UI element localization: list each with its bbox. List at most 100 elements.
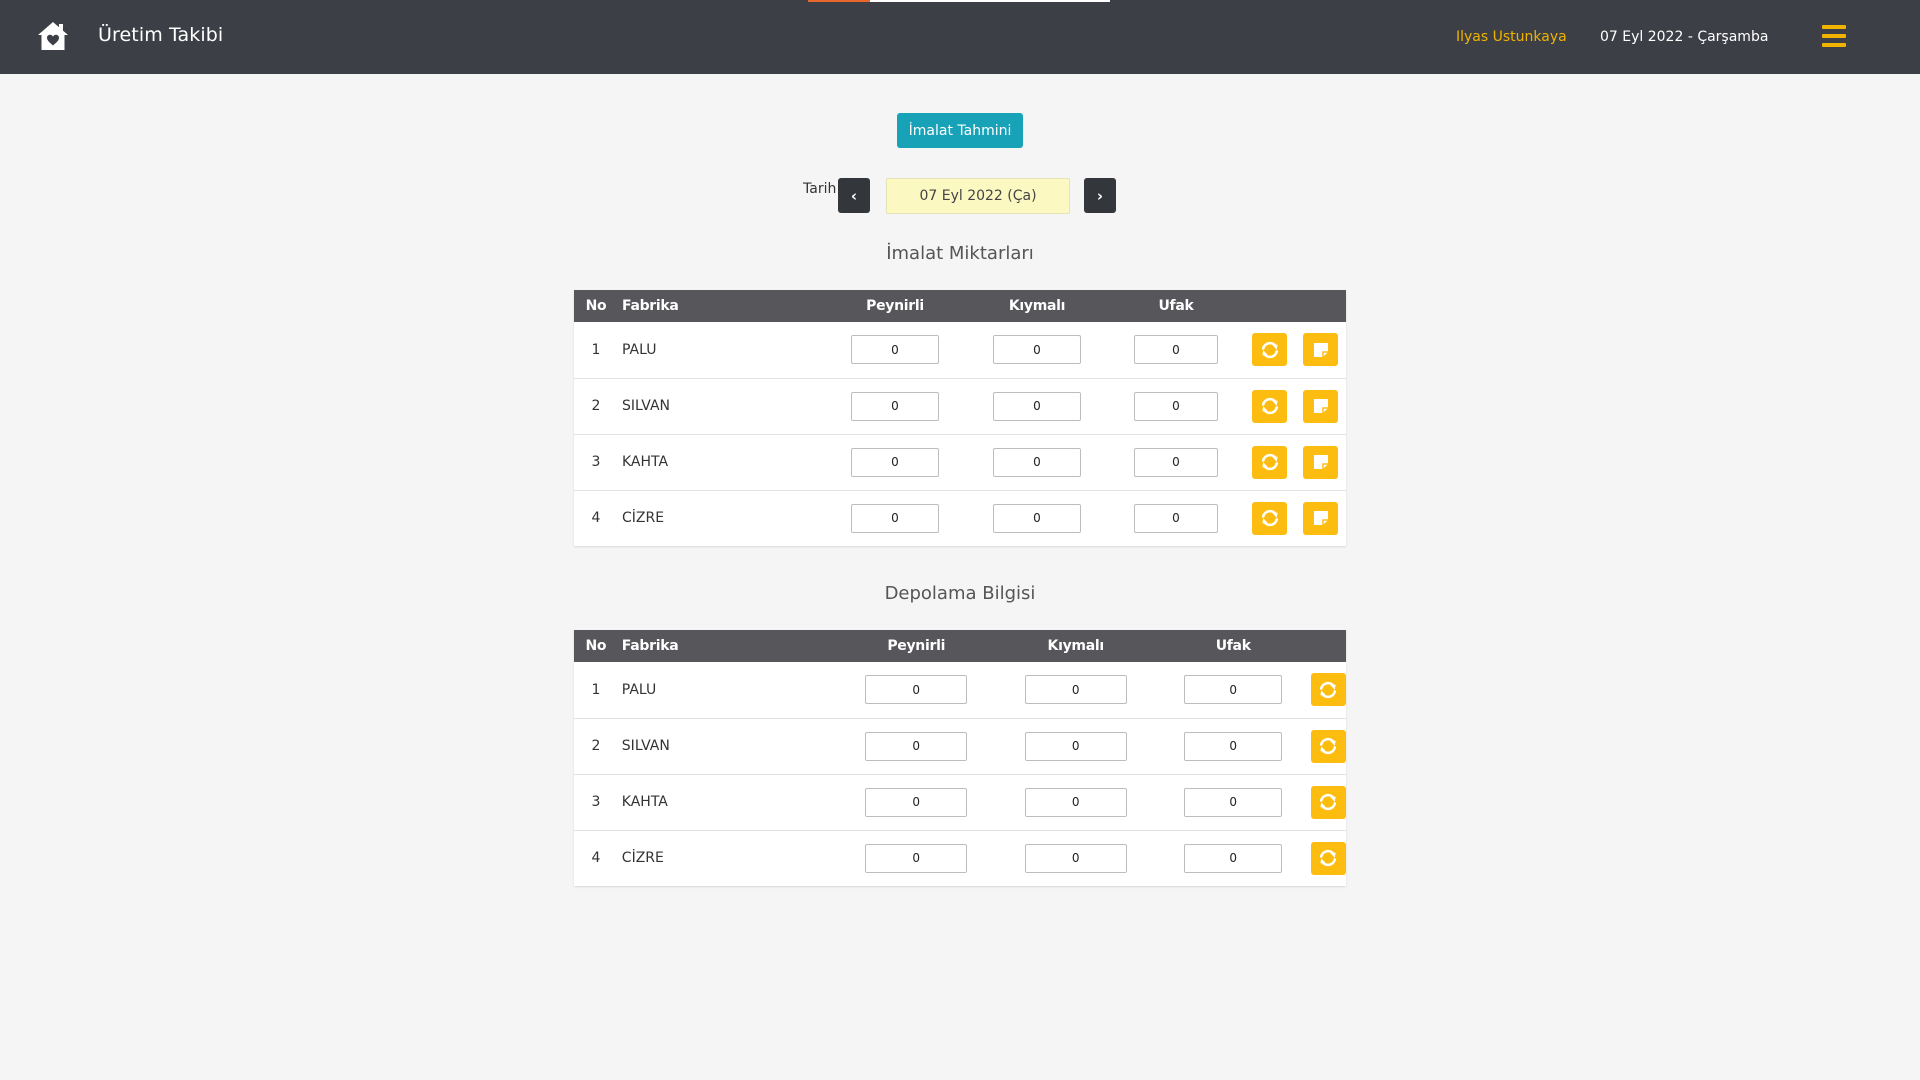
table-row: 2 SILVAN <box>574 717 1346 774</box>
kiymali-input[interactable] <box>1024 787 1127 817</box>
peynirli-input[interactable] <box>865 787 968 817</box>
prev-date-button[interactable]: ‹ <box>838 178 870 213</box>
table-row: 2 SILVAN <box>574 377 1346 434</box>
kiymali-input[interactable] <box>993 335 1081 365</box>
peynirli-cell <box>824 377 966 434</box>
app-title: Üretim Takibi <box>98 24 224 46</box>
kiymali-input[interactable] <box>993 391 1081 421</box>
column-header-peynirli: Peynirli <box>824 290 966 322</box>
peynirli-cell <box>836 717 996 774</box>
date-label: Tarih <box>803 181 837 197</box>
table-header-row: No Fabrika Peynirli Kıymalı Ufak <box>574 290 1346 322</box>
column-header-factory: Fabrika <box>618 290 824 322</box>
next-date-button[interactable]: › <box>1084 178 1116 213</box>
factory-name: PALU <box>622 341 657 358</box>
kiymali-cell <box>966 377 1108 434</box>
factory-name: SILVAN <box>617 717 837 774</box>
ufak-cell <box>1108 322 1244 378</box>
loading-progress-bar <box>808 0 1110 2</box>
peynirli-input[interactable] <box>865 675 968 705</box>
peynirli-cell <box>836 773 996 830</box>
refresh-cell <box>1310 717 1346 774</box>
refresh-cell <box>1244 377 1295 434</box>
row-number: 4 <box>574 829 618 886</box>
kiymali-cell <box>966 433 1108 490</box>
refresh-icon[interactable] <box>1310 785 1346 819</box>
peynirli-input[interactable] <box>851 447 939 477</box>
top-navbar: Üretim Takibi Ilyas Ustunkaya 07 Eyl 202… <box>0 0 1920 74</box>
ufak-input[interactable] <box>1134 447 1218 477</box>
ufak-input[interactable] <box>1134 335 1218 365</box>
ufak-input[interactable] <box>1184 675 1283 705</box>
note-icon[interactable] <box>1303 501 1338 535</box>
refresh-cell <box>1310 829 1346 886</box>
peynirli-input[interactable] <box>851 335 939 365</box>
kiymali-input[interactable] <box>1024 843 1127 873</box>
production-table: No Fabrika Peynirli Kıymalı Ufak 1 PALU 2S… <box>574 290 1346 546</box>
refresh-icon[interactable] <box>1310 729 1346 763</box>
note-icon[interactable] <box>1303 389 1338 423</box>
factory-name: CİZRE <box>618 489 824 546</box>
date-field[interactable] <box>886 178 1070 214</box>
note-cell <box>1295 377 1346 434</box>
column-header-peynirli: Peynirli <box>836 630 996 662</box>
user-name-link[interactable]: Ilyas Ustunkaya <box>1456 29 1567 45</box>
refresh-icon[interactable] <box>1252 333 1287 367</box>
kiymali-cell <box>995 773 1156 830</box>
row-number: 1 <box>591 681 601 698</box>
kiymali-input[interactable] <box>1024 675 1127 705</box>
column-header-ufak: Ufak <box>1108 290 1244 322</box>
table-row: 4 CİZRE <box>574 829 1346 886</box>
column-header-note <box>1295 290 1346 322</box>
hamburger-menu-icon[interactable] <box>1822 25 1846 47</box>
ufak-cell <box>1108 489 1244 546</box>
factory-name: KAHTA <box>618 433 824 490</box>
peynirli-input[interactable] <box>865 843 968 873</box>
note-cell <box>1295 433 1346 490</box>
peynirli-cell <box>824 433 966 490</box>
refresh-icon[interactable] <box>1310 841 1346 875</box>
peynirli-cell <box>824 322 966 378</box>
column-header-no: No <box>574 290 618 322</box>
note-cell <box>1295 322 1346 378</box>
peynirli-cell <box>836 829 996 886</box>
row-number: 2 <box>574 377 618 434</box>
ufak-input[interactable] <box>1184 843 1283 873</box>
forecast-button[interactable]: İmalat Tahmini <box>897 113 1023 148</box>
kiymali-input[interactable] <box>1024 731 1127 761</box>
table-row: 3 KAHTA <box>574 773 1346 830</box>
note-cell <box>1295 489 1346 546</box>
kiymali-input[interactable] <box>993 447 1081 477</box>
refresh-icon[interactable] <box>1252 389 1287 423</box>
peynirli-input[interactable] <box>865 731 968 761</box>
ufak-input[interactable] <box>1134 391 1218 421</box>
peynirli-input[interactable] <box>851 503 939 533</box>
storage-section-title: Depolama Bilgisi <box>884 583 1036 604</box>
ufak-cell <box>1155 773 1311 830</box>
refresh-icon[interactable] <box>1252 445 1287 479</box>
refresh-icon[interactable] <box>1252 501 1287 535</box>
factory-name: CİZRE <box>617 829 837 886</box>
storage-table: No Fabrika Peynirli Kıymalı Ufak 1 PALU 2S… <box>574 630 1346 886</box>
kiymali-input[interactable] <box>993 503 1081 533</box>
ufak-input[interactable] <box>1184 731 1283 761</box>
refresh-cell <box>1244 322 1295 378</box>
current-date: 07 Eyl 2022 - Çarşamba <box>1600 29 1769 45</box>
row-number: 4 <box>574 489 618 546</box>
note-icon[interactable] <box>1303 333 1338 367</box>
home-icon[interactable] <box>36 20 70 52</box>
table-row: 1 PALU <box>574 662 1346 718</box>
production-section-title: İmalat Miktarları <box>886 243 1034 264</box>
ufak-input[interactable] <box>1184 787 1283 817</box>
column-header-factory: Fabrika <box>617 630 837 662</box>
row-number: 3 <box>574 433 618 490</box>
ufak-input[interactable] <box>1134 503 1218 533</box>
refresh-icon[interactable] <box>1310 673 1346 707</box>
note-icon[interactable] <box>1303 445 1338 479</box>
peynirli-input[interactable] <box>851 391 939 421</box>
refresh-cell <box>1244 489 1295 546</box>
factory-name: KAHTA <box>617 773 837 830</box>
refresh-cell <box>1310 773 1346 830</box>
peynirli-cell <box>824 489 966 546</box>
table-header-row: No Fabrika Peynirli Kıymalı Ufak <box>574 630 1346 662</box>
